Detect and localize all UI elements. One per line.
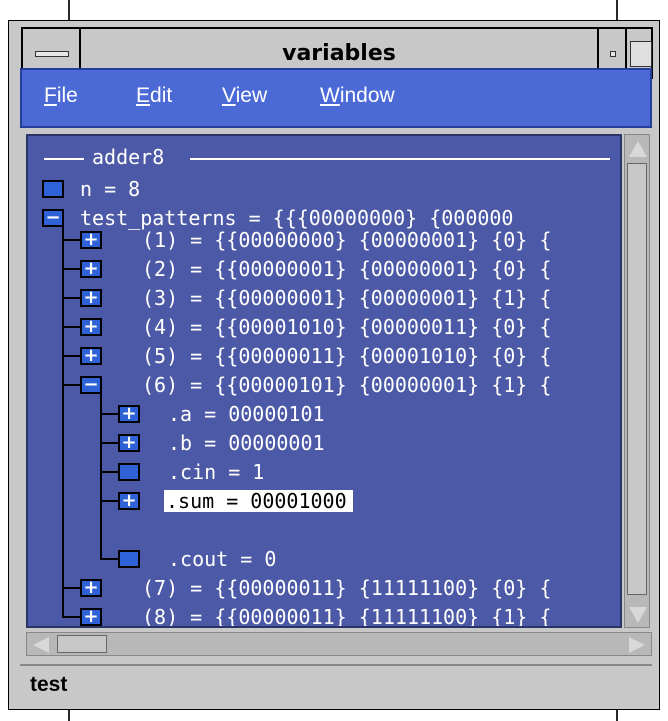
leaf-box-icon [42,180,64,198]
scroll-right-arrow-icon[interactable] [629,637,645,653]
tree-row-b[interactable]: .b = 00000001 [168,432,325,454]
tree-connector [100,442,118,444]
menu-bar: File Edit View Window [20,68,652,128]
variable-tree[interactable]: adder8 n = 8 − test_patterns = {{{000000… [26,134,622,628]
status-text: test [30,673,68,696]
expand-icon[interactable]: + [80,577,102,598]
menu-window[interactable]: Window [320,84,395,108]
menu-edit[interactable]: Edit [136,84,172,108]
menu-window-label: indow [339,84,395,107]
collapse-icon[interactable]: − [80,374,102,395]
menu-view[interactable]: View [222,84,267,108]
expand-icon[interactable]: + [80,229,102,250]
window-title: variables [282,41,396,66]
leaf-box-icon [118,550,140,568]
horizontal-scroll-thumb[interactable] [57,635,107,653]
tree-connector [62,268,80,270]
minimize-icon [610,51,616,57]
tree-connector [62,218,64,618]
vertical-scroll-thumb[interactable] [627,163,647,595]
menu-file[interactable]: File [44,84,78,108]
menu-edit-label: dit [150,84,173,107]
expand-icon[interactable]: + [118,490,140,511]
tree-row-6[interactable]: (6) = {{00000101} {00000001} {1} { [142,374,551,396]
tree-row-cin[interactable]: .cin = 1 [168,461,264,483]
tree-row-4[interactable]: (4) = {{00001010} {00000011} {0} { [142,316,551,338]
tree-connector [62,384,80,386]
menu-view-label: iew [235,84,268,107]
tree-connector [100,558,118,560]
tree-row-cout[interactable]: .cout = 0 [168,548,276,570]
desktop-line [68,710,70,721]
tree-connector [100,471,118,473]
expand-icon[interactable]: + [80,316,102,337]
tree-connector [100,413,118,415]
expand-icon[interactable]: + [80,287,102,308]
desktop-line [68,0,70,20]
menu-edit-mnemonic: E [136,84,151,107]
status-bar: test [20,664,652,702]
tree-connector [62,326,80,328]
tree-connector [100,392,102,560]
tree-connector [62,587,80,589]
expand-icon[interactable]: + [80,258,102,279]
expand-icon[interactable]: + [118,403,140,424]
menu-file-label: ile [56,84,78,107]
menu-view-mnemonic: V [222,84,236,107]
menu-file-mnemonic: F [44,84,57,107]
tree-row-2[interactable]: (2) = {{00000001} {00000001} {0} { [142,258,551,280]
group-rule-left [44,158,84,160]
tree-row-7[interactable]: (7) = {{00000011} {11111100} {0} { [142,577,551,599]
expand-icon[interactable]: + [80,606,102,626]
collapse-icon[interactable]: − [42,207,64,228]
desktop-line [616,0,618,20]
group-rule-right [190,158,610,160]
scroll-up-arrow-icon[interactable] [629,141,647,157]
scroll-down-arrow-icon[interactable] [629,607,647,623]
tree-connector [62,355,80,357]
tree-row-n[interactable]: n = 8 [80,178,140,200]
tree-row-a[interactable]: .a = 00000101 [168,403,325,425]
window-menu-icon [35,51,69,57]
tree-connector [100,500,118,502]
scroll-left-arrow-icon[interactable] [33,637,49,653]
tree-connector [62,297,80,299]
menu-window-mnemonic: W [320,84,340,107]
tree-row-3[interactable]: (3) = {{00000001} {00000001} {1} { [142,287,551,309]
desktop-line [616,710,618,721]
maximize-icon [630,41,652,67]
leaf-box-icon [118,463,140,481]
expand-icon[interactable]: + [118,432,140,453]
tree-connector [62,239,80,241]
expand-icon[interactable]: + [80,345,102,366]
tree-row-test-patterns[interactable]: test_patterns = {{{00000000} {000000 [80,207,513,229]
vertical-scrollbar[interactable] [624,134,650,628]
group-label: adder8 [92,145,165,169]
horizontal-scrollbar[interactable] [26,632,652,656]
tree-row-1[interactable]: (1) = {{00000000} {00000001} {0} { [142,229,551,251]
tree-row-8[interactable]: (8) = {{00000011} {11111100} {1} { [142,606,551,626]
tree-row-sum-selected[interactable]: .sum = 00001000 [164,490,353,512]
tree-row-5[interactable]: (5) = {{00000011} {00001010} {0} { [142,345,551,367]
tree-connector [62,616,80,618]
